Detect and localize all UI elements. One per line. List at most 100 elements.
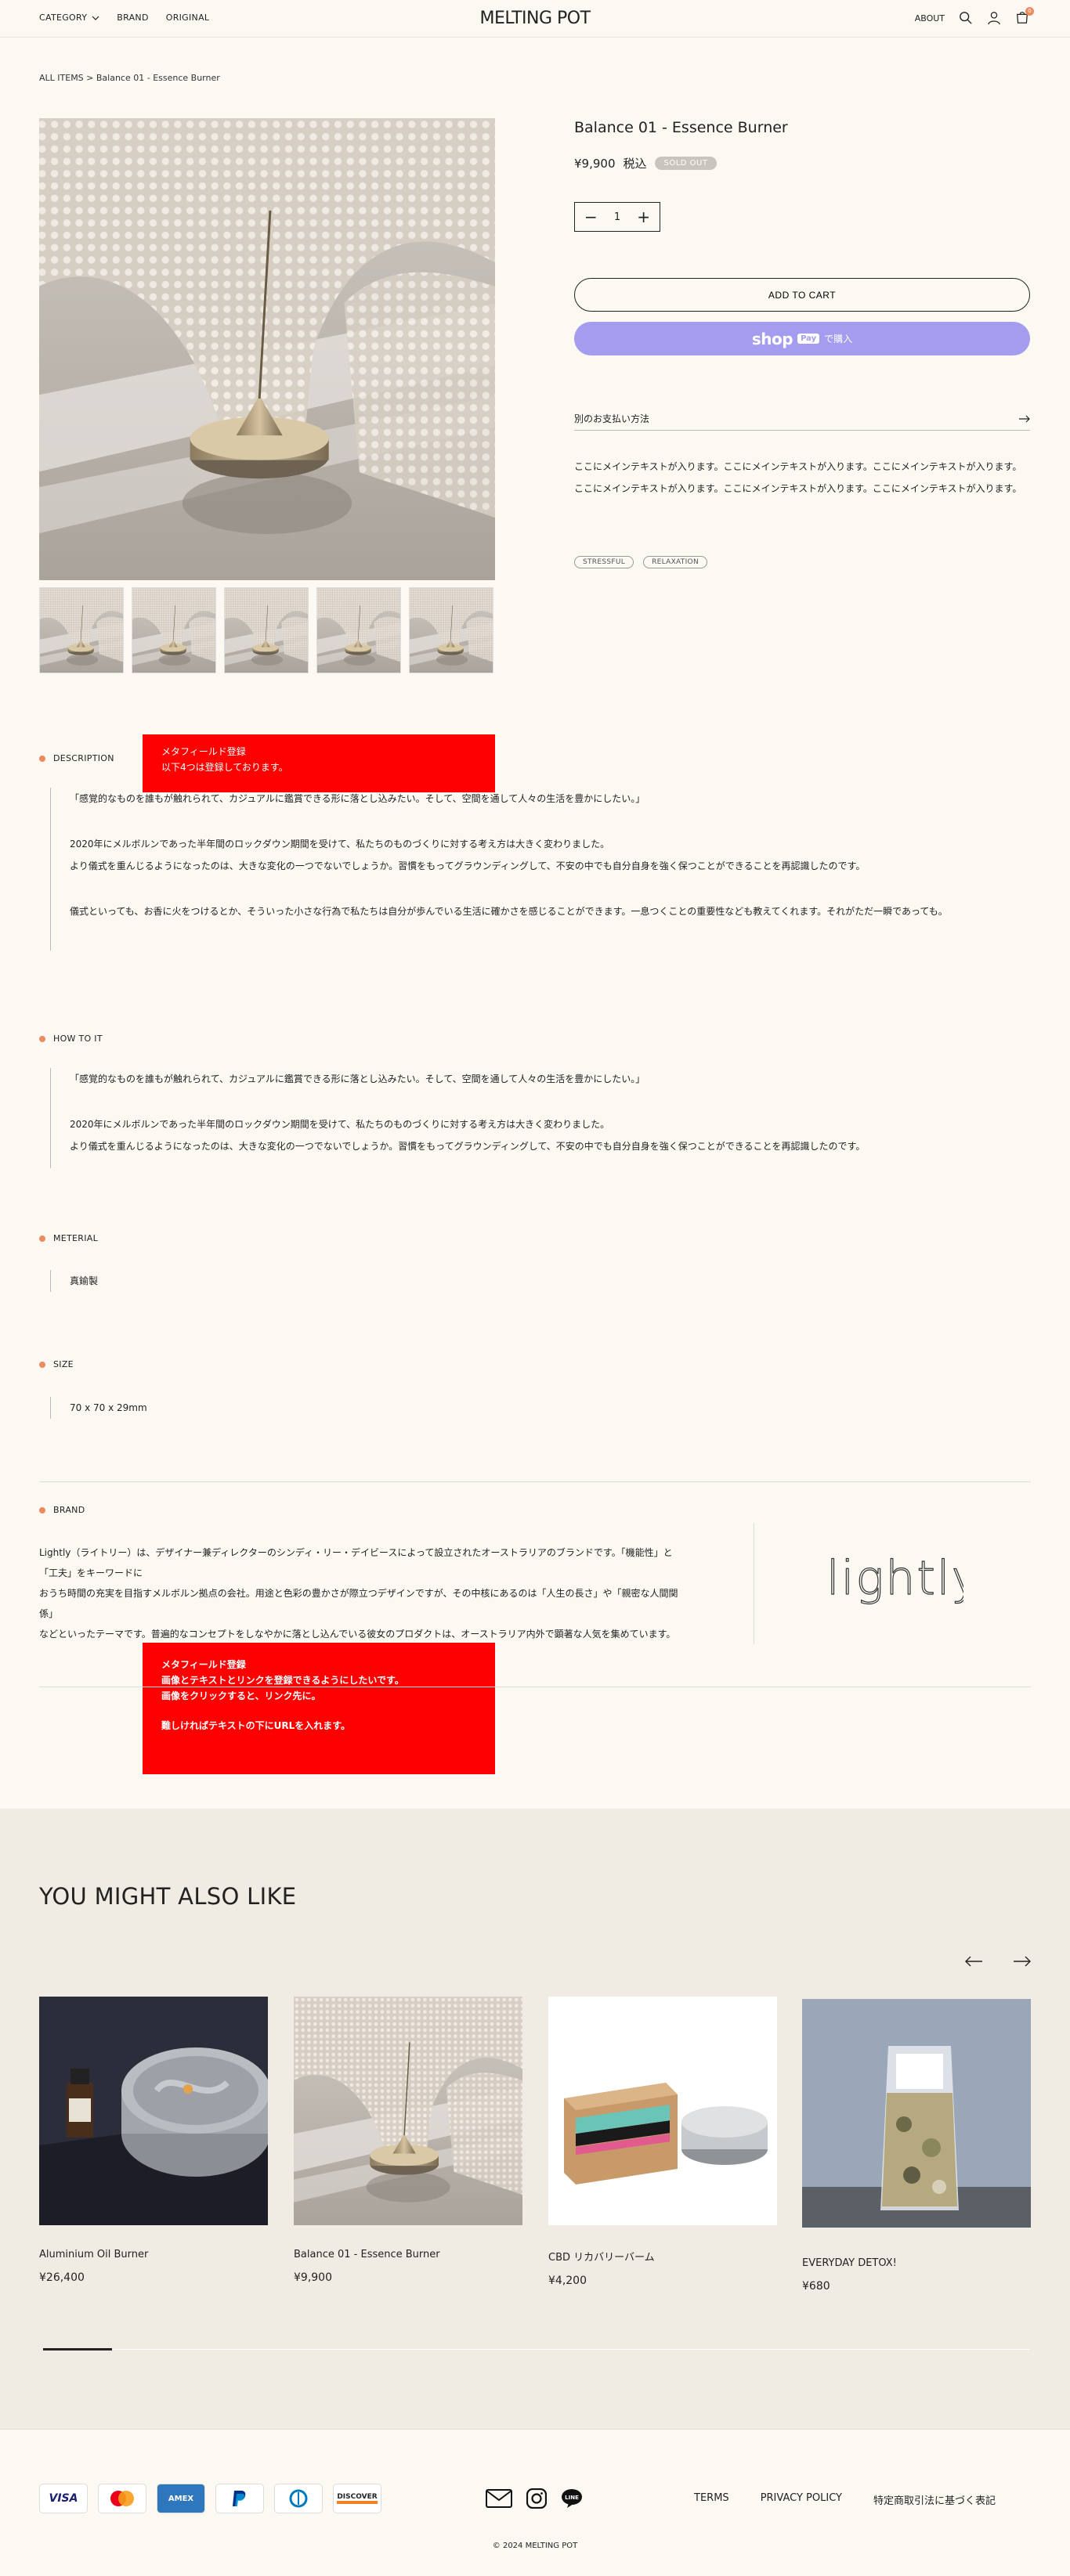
- metafield-note: メタフィールド登録 画像とテキストとリンクを登録できるようにしたいです。 画像を…: [143, 1643, 495, 1774]
- brand-line: おうち時間の充実を目指すメルボルン拠点の会社。用途と色彩の豊かさが際立つデザイン…: [39, 1588, 678, 1619]
- product-card-name[interactable]: EVERYDAY DETOX!: [802, 2257, 1031, 2269]
- divider: [39, 1481, 1031, 1482]
- recommend-title: YOU MIGHT ALSO LIKE: [39, 1883, 297, 1910]
- product-card[interactable]: CBD リカバリーバーム ¥4,200: [548, 1997, 777, 2287]
- howto-heading: HOW TO IT: [39, 1034, 103, 1044]
- lightly-logo[interactable]: lightly: [822, 1549, 979, 1615]
- shop-pay-brand: shop: [751, 329, 793, 348]
- note-line: 以下4つは登録しております。: [161, 762, 288, 773]
- quantity-stepper: − 1 +: [574, 202, 660, 232]
- product-thumbnail[interactable]: [316, 587, 401, 673]
- diners-icon: [274, 2484, 323, 2513]
- visa-label: VISA: [49, 2492, 78, 2505]
- howto-body: 「感覚的なものを誰もが触れられて、カジュアルに鑑賞できる形に落とし込みたい。そし…: [50, 1068, 1037, 1168]
- mastercard-icon: [98, 2484, 146, 2513]
- arrow-left-icon[interactable]: [965, 1956, 982, 1967]
- product-card-image[interactable]: [548, 1997, 777, 2225]
- size-label: SIZE: [53, 1359, 74, 1369]
- arrow-right-icon: [1019, 415, 1030, 422]
- product-card-image[interactable]: [802, 1999, 1031, 2228]
- footer-divider: [0, 2429, 1070, 2430]
- brand-line: などといったテーマです。普遍的なコンセプトをしなやかに落とし込んでいる彼女のプロ…: [39, 1629, 676, 1640]
- social-links: LINE: [486, 2488, 583, 2509]
- mail-icon[interactable]: [486, 2489, 512, 2508]
- product-thumbnail[interactable]: [409, 587, 493, 673]
- product-card-price: ¥9,900: [294, 2271, 332, 2284]
- amex-icon: AMEX: [157, 2484, 205, 2513]
- size-heading: SIZE: [39, 1359, 74, 1369]
- carousel-arrows: [965, 1956, 1031, 1967]
- footer-link-legal[interactable]: 特定商取引法に基づく表記: [873, 2492, 996, 2507]
- discover-icon: DISCOVER: [333, 2484, 381, 2513]
- product-card-name[interactable]: Aluminium Oil Burner: [39, 2249, 268, 2260]
- material-value: 真鍮製: [70, 1275, 99, 1286]
- product-card-name[interactable]: CBD リカバリーバーム: [548, 2249, 777, 2264]
- tag-relaxation[interactable]: RELAXATION: [643, 556, 707, 568]
- arrow-right-icon[interactable]: [1014, 1956, 1031, 1967]
- product-title: Balance 01 - Essence Burner: [574, 119, 788, 136]
- footer-link-privacy[interactable]: PRIVACY POLICY: [761, 2492, 842, 2507]
- qty-increase-button[interactable]: +: [637, 209, 650, 225]
- description-paragraph: 儀式といっても、お香に火をつけるとか、そういった小さな行為で私たちは自分が歩んで…: [70, 906, 948, 917]
- amex-label: AMEX: [168, 2494, 194, 2503]
- product-card[interactable]: Balance 01 - Essence Burner ¥9,900: [294, 1997, 522, 2284]
- brand-label: BRAND: [53, 1505, 85, 1515]
- product-card-name[interactable]: Balance 01 - Essence Burner: [294, 2249, 522, 2260]
- add-to-cart-button[interactable]: ADD TO CART: [574, 278, 1030, 312]
- instagram-icon[interactable]: [526, 2488, 547, 2509]
- copyright: © 2024 MELTING POT: [492, 2542, 578, 2550]
- size-value: 70 x 70 x 29mm: [70, 1402, 147, 1413]
- product-card[interactable]: Aluminium Oil Burner ¥26,400: [39, 1997, 268, 2284]
- product-short-description: ここにメインテキストが入ります。ここにメインテキストが入ります。ここにメインテキ…: [574, 461, 1022, 494]
- product-thumbnail[interactable]: [39, 587, 124, 673]
- line-icon[interactable]: LINE: [561, 2488, 583, 2509]
- product-card-image[interactable]: [294, 1997, 522, 2225]
- size-body: 70 x 70 x 29mm: [50, 1397, 147, 1419]
- header-actions: ABOUT 0: [915, 7, 1034, 26]
- other-payment-label: 別のお支払い方法: [574, 413, 650, 424]
- payment-methods: VISA AMEX DISCOVER: [39, 2484, 381, 2513]
- product-thumbnail[interactable]: [224, 587, 309, 673]
- product-thumbnail[interactable]: [132, 587, 216, 673]
- product-card[interactable]: EVERYDAY DETOX! ¥680: [802, 1999, 1031, 2293]
- note-line: 画像とテキストとリンクを登録できるようにしたいです。: [161, 1675, 404, 1686]
- material-label: METERIAL: [53, 1233, 99, 1243]
- howto-paragraph: 2020年にメルボルンであった半年間のロックダウン期間を受けて、私たちのものづく…: [70, 1119, 610, 1130]
- brand-description: Lightly（ライトリー）は、デザイナー兼ディレクターのシンディ・リー・デイビ…: [39, 1542, 689, 1644]
- description-heading: DESCRIPTION: [39, 753, 114, 763]
- note-line: 難しければテキストの下にURLを入れます。: [161, 1720, 351, 1731]
- carousel-scrollbar[interactable]: [43, 2349, 1030, 2350]
- tax-label: 税込: [623, 157, 647, 171]
- account-icon[interactable]: [987, 11, 1001, 25]
- material-heading: METERIAL: [39, 1233, 98, 1243]
- description-label: DESCRIPTION: [53, 753, 114, 763]
- section-dot: [39, 1035, 45, 1042]
- footer-link-terms[interactable]: TERMS: [694, 2492, 729, 2507]
- description-paragraph: より儀式を重んじるようになったのは、大きな変化の一つでないでしょうか。習慣をもっ…: [70, 860, 866, 871]
- sold-out-badge: SOLD OUT: [654, 157, 718, 170]
- product-card-price: ¥4,200: [548, 2275, 587, 2287]
- nav-about[interactable]: ABOUT: [915, 13, 945, 23]
- note-line: 画像をクリックすると、リンク先に。: [161, 1690, 321, 1701]
- product-price-row: ¥9,900 税込 SOLD OUT: [574, 155, 718, 171]
- product-card-image[interactable]: [39, 1997, 268, 2225]
- cart-button[interactable]: 0: [1015, 7, 1034, 26]
- shop-pay-button[interactable]: shop Pay で購入: [574, 322, 1030, 355]
- howto-paragraph: より儀式を重んじるようになったのは、大きな変化の一つでないでしょうか。習慣をもっ…: [70, 1141, 866, 1152]
- product-price: ¥9,900: [574, 156, 616, 171]
- description-body: 「感覚的なものを誰もが触れられて、カジュアルに鑑賞できる形に落とし込みたい。そし…: [50, 788, 1037, 951]
- qty-decrease-button[interactable]: −: [584, 209, 598, 225]
- metafield-note: メタフィールド登録 以下4つは登録しております。: [143, 734, 495, 792]
- tag-stressful[interactable]: STRESSFUL: [574, 556, 634, 568]
- carousel-scrollbar-thumb[interactable]: [43, 2348, 112, 2351]
- other-payment-link[interactable]: 別のお支払い方法: [574, 407, 1030, 431]
- product-tags: STRESSFUL RELAXATION: [574, 556, 707, 568]
- cart-count-badge: 0: [1025, 7, 1034, 16]
- howto-label: HOW TO IT: [53, 1034, 103, 1044]
- description-quote: 「感覚的なものを誰もが触れられて、カジュアルに鑑賞できる形に落とし込みたい。そし…: [70, 793, 645, 804]
- search-icon[interactable]: [959, 11, 973, 25]
- product-main-image[interactable]: [39, 118, 495, 580]
- qty-value[interactable]: 1: [614, 211, 620, 223]
- breadcrumb[interactable]: ALL ITEMS > Balance 01 - Essence Burner: [39, 73, 220, 83]
- site-logo[interactable]: MELTING POT: [0, 9, 1070, 28]
